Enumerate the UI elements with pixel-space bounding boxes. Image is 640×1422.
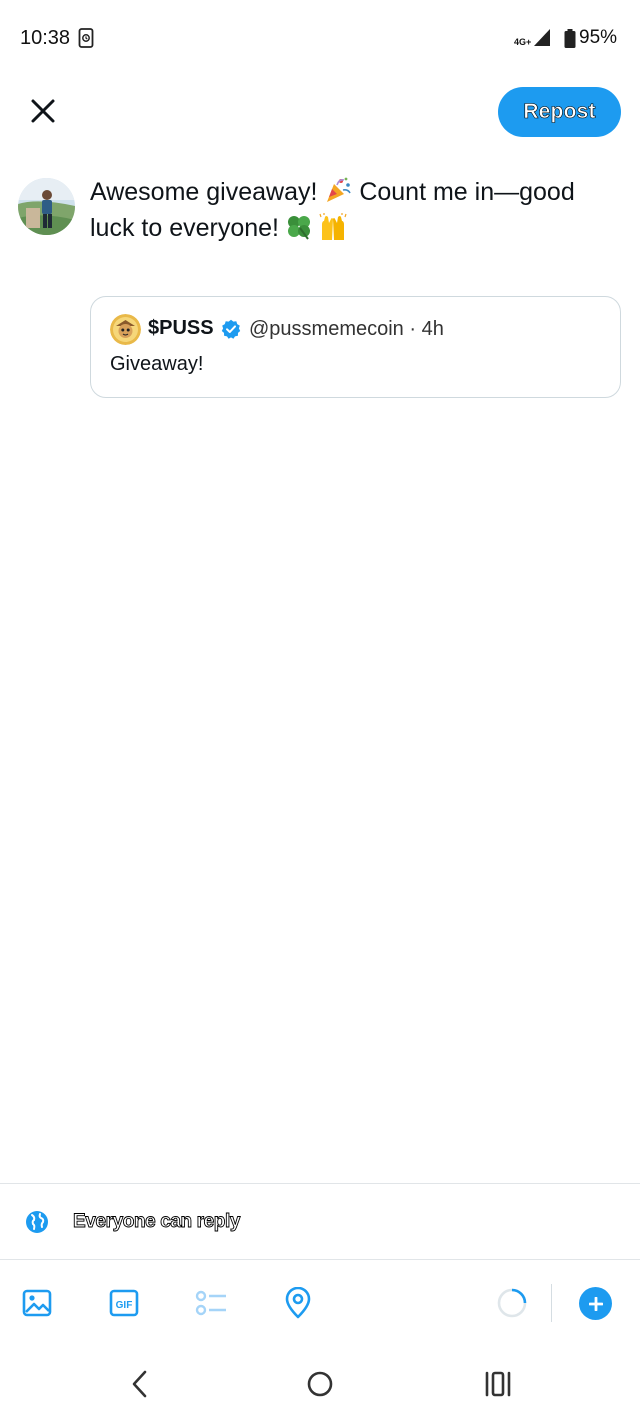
home-circle-icon [307, 1371, 333, 1397]
quoted-body: Giveaway! [110, 353, 204, 375]
puss-coin-icon [110, 314, 141, 345]
reply-setting-button[interactable]: Everyone can reply [0, 1185, 640, 1259]
close-icon [31, 99, 55, 123]
quoted-avatar [110, 314, 141, 345]
globe-icon [26, 1211, 48, 1233]
back-chevron-icon [132, 1370, 147, 1398]
phone-sync-icon [78, 28, 94, 48]
location-icon [285, 1287, 311, 1319]
add-image-button[interactable] [19, 1285, 55, 1321]
compose-line1: Awesome giveaway! [90, 178, 325, 206]
recents-icon [485, 1371, 511, 1397]
poll-icon [195, 1290, 226, 1316]
repost-button[interactable]: Repost [498, 87, 621, 137]
quoted-handle-time: @pussmemecoin · 4h [249, 318, 444, 340]
quoted-post-card[interactable]: $PUSS @pussmemecoin · 4h Giveaway! [90, 296, 621, 398]
nav-home-button[interactable] [298, 1364, 342, 1404]
network-type: 4G+ [514, 37, 532, 47]
add-post-button[interactable] [579, 1287, 612, 1320]
quoted-display-name: $PUSS [148, 317, 214, 339]
compose-line2: luck to everyone! [90, 214, 286, 242]
image-icon [22, 1289, 52, 1317]
character-count-ring [494, 1285, 530, 1321]
gif-icon: GIF [109, 1289, 139, 1317]
signal-icon [534, 29, 550, 46]
gif-label: GIF [116, 1300, 133, 1311]
add-icon [588, 1296, 603, 1311]
status-time: 10:38 [20, 27, 71, 49]
raising-hands-icon [319, 213, 347, 240]
nav-back-button[interactable] [118, 1364, 162, 1404]
reply-setting-label: Everyone can reply [73, 1211, 241, 1233]
divider-top [0, 1183, 640, 1184]
add-gif-button[interactable]: GIF [106, 1285, 142, 1321]
status-bar: 10:38 4G+ 95% [0, 0, 640, 78]
toolbar-separator [551, 1284, 552, 1322]
char-progress-ring-icon [497, 1288, 527, 1318]
add-location-button[interactable] [280, 1285, 316, 1321]
compose-text[interactable]: Awesome giveaway! Count me in—good luck … [90, 174, 610, 246]
four-leaf-clover-icon [287, 216, 310, 240]
avatar-photo [18, 178, 75, 235]
battery-percent: 95% [579, 27, 618, 48]
divider-bottom [0, 1259, 640, 1260]
add-poll-button[interactable] [193, 1285, 229, 1321]
user-avatar[interactable] [18, 178, 75, 235]
battery-icon [564, 29, 576, 48]
party-popper-icon [327, 177, 352, 202]
verified-badge-icon [221, 319, 241, 339]
compose-line1b: Count me in—good [352, 178, 575, 206]
nav-recents-button[interactable] [476, 1364, 520, 1404]
close-button[interactable] [22, 90, 64, 132]
